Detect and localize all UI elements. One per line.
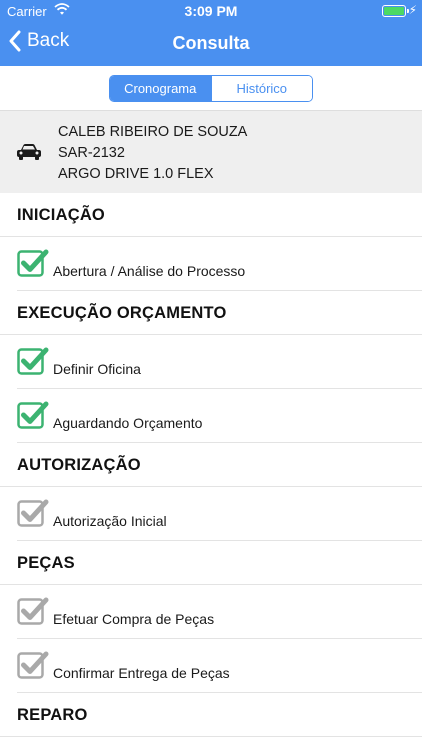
- checkbox-checked-icon: [17, 345, 49, 380]
- segmented-control-bar: Cronograma Histórico: [0, 66, 422, 110]
- checkbox-checked-icon: [17, 247, 49, 282]
- charging-icon: ⚡: [408, 3, 417, 17]
- status-bar: Carrier 3:09 PM ⚡: [0, 0, 422, 22]
- navigation-bar: Back Consulta: [0, 22, 422, 66]
- battery-icon: [382, 5, 409, 17]
- car-icon: [16, 143, 42, 166]
- section-title: REPARO: [17, 706, 88, 724]
- section-title: PEÇAS: [17, 554, 75, 572]
- tab-historico[interactable]: Histórico: [210, 76, 312, 101]
- page-title: Consulta: [172, 33, 250, 53]
- section-title: AUTORIZAÇÃO: [17, 456, 141, 474]
- vehicle-model: ARGO DRIVE 1.0 FLEX: [58, 166, 214, 182]
- list-item[interactable]: Definir Oficina: [17, 335, 422, 389]
- list-item-label: Efetuar Compra de Peças: [53, 611, 215, 627]
- status-time: 3:09 PM: [184, 3, 238, 19]
- section-header: EXECUÇÃO ORÇAMENTO: [0, 291, 422, 335]
- section-header: AUTORIZAÇÃO: [0, 443, 422, 487]
- vehicle-info: CALEB RIBEIRO DE SOUZA SAR-2132 ARGO DRI…: [0, 110, 422, 193]
- list-item-label: Abertura / Análise do Processo: [53, 263, 246, 279]
- list-item[interactable]: Efetuar Compra de Peças: [17, 585, 422, 639]
- list-item[interactable]: Confirmar Entrega de Peças: [17, 639, 422, 693]
- section-title: EXECUÇÃO ORÇAMENTO: [17, 304, 227, 322]
- schedule-list: INICIAÇÃO Abertura / Análise do Processo E…: [0, 193, 422, 737]
- section-header: REPARO: [0, 693, 422, 737]
- tab-cronograma[interactable]: Cronograma: [110, 76, 211, 101]
- checkbox-pending-icon: [17, 497, 49, 532]
- list-item[interactable]: Aguardando Orçamento: [17, 389, 422, 443]
- list-item-label: Definir Oficina: [53, 361, 141, 377]
- segmented-control: Cronograma Histórico: [109, 75, 313, 102]
- list-item[interactable]: Autorização Inicial: [17, 487, 422, 541]
- section-title: INICIAÇÃO: [17, 206, 105, 224]
- checkbox-pending-icon: [17, 649, 49, 684]
- vehicle-owner: CALEB RIBEIRO DE SOUZA: [58, 124, 248, 140]
- checkbox-pending-icon: [17, 595, 49, 630]
- list-item[interactable]: Abertura / Análise do Processo: [17, 237, 422, 291]
- list-item-label: Confirmar Entrega de Peças: [53, 665, 230, 681]
- list-item-label: Aguardando Orçamento: [53, 415, 203, 431]
- section-header: PEÇAS: [0, 541, 422, 585]
- vehicle-plate: SAR-2132: [58, 145, 125, 161]
- top-bar: Carrier 3:09 PM ⚡ Back Consulta: [0, 0, 422, 66]
- list-item-label: Autorização Inicial: [53, 513, 167, 529]
- checkbox-checked-icon: [17, 399, 49, 434]
- section-header: INICIAÇÃO: [0, 193, 422, 237]
